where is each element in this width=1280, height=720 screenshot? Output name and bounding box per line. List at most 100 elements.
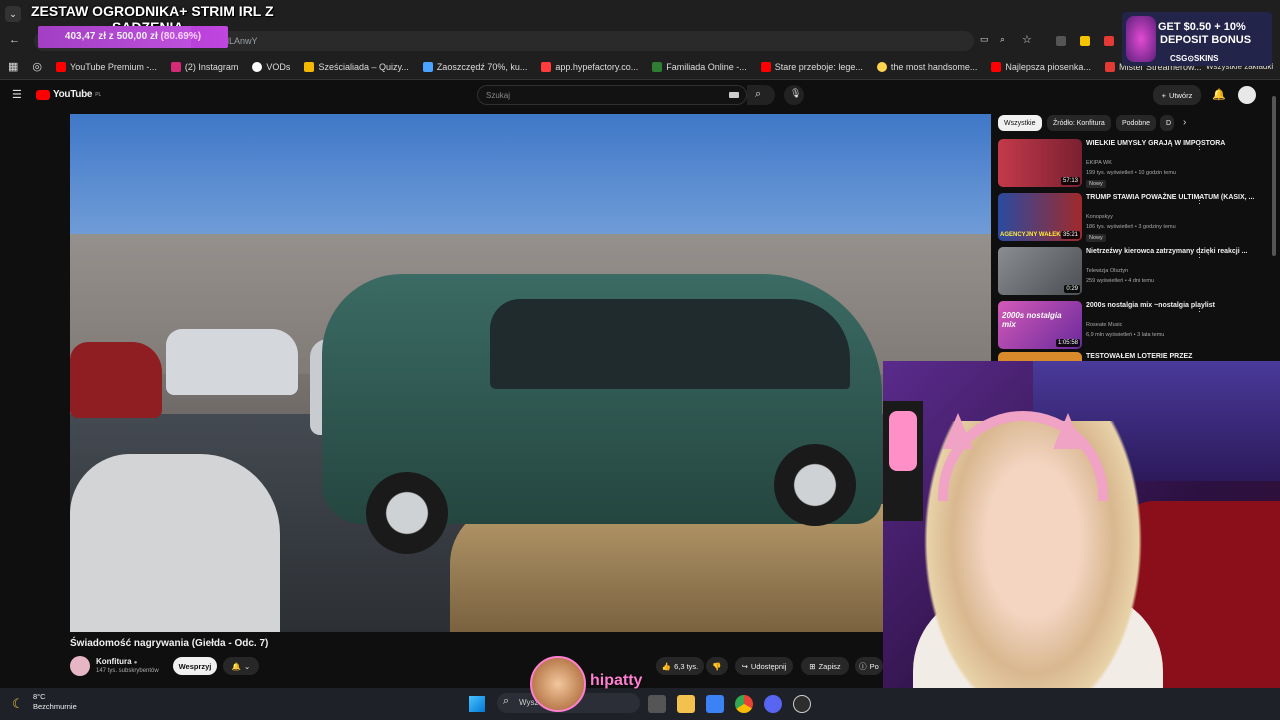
chevron-right-icon[interactable]: › <box>1183 117 1186 128</box>
bookmark-star-icon[interactable]: ☆ <box>1022 33 1032 46</box>
bookmark-zaoszczedz[interactable]: Zaoszczędź 70%, ku... <box>422 61 527 72</box>
chip-related[interactable]: Podobne <box>1116 115 1157 131</box>
bookmark-najlepsza-piosenka[interactable]: Najlepsza piosenka... <box>991 61 1091 72</box>
recommended-meta: 259 wyświetleń • 4 dni temu <box>1086 278 1154 284</box>
promo-banner[interactable]: GET $0.50 + 10% DEPOSIT BONUS CSG⊙SKINS <box>1122 12 1272 66</box>
support-button[interactable]: Wesprzyj <box>173 657 217 675</box>
promo-line1: GET $0.50 + 10% <box>1158 21 1246 33</box>
hamburger-menu-icon[interactable]: ☰ <box>12 88 22 101</box>
donation-goal-bar: 403,47 zł z 500,00 zł (80.69%) <box>38 26 228 48</box>
search-button[interactable]: ⌕ <box>747 85 775 105</box>
mic-icon: 🎙 <box>790 88 802 98</box>
chrome-taskbar-icon[interactable] <box>735 695 753 713</box>
cast-icon[interactable]: ▭ <box>980 34 989 45</box>
more-options-icon[interactable]: ⋮ <box>1195 141 1204 152</box>
obs-icon[interactable] <box>793 695 811 713</box>
sidebar-scrollbar[interactable] <box>1272 96 1276 256</box>
webcam-overlay <box>883 361 1280 720</box>
subscriber-count: 147 tys. subskrybentów <box>96 668 159 674</box>
weather-widget[interactable]: 8°C Bezchmurnie <box>33 692 77 712</box>
youtube-logo[interactable]: YouTube PL <box>36 89 101 100</box>
apps-grid-icon[interactable]: ▦ <box>8 60 18 73</box>
stream-title-line1: ZESTAW OGRODNIKA+ STRIM IRL Z <box>31 3 274 19</box>
chrome-icon[interactable]: ◎ <box>32 60 42 73</box>
stream-title-overlay: ZESTAW OGRODNIKA+ STRIM IRL Z <box>31 4 274 19</box>
keyboard-icon[interactable] <box>729 92 739 98</box>
microphone-icon <box>889 411 917 471</box>
video-car-windows <box>490 299 850 389</box>
search-input[interactable]: Szukaj <box>477 85 747 105</box>
video-foreground-car <box>70 454 280 632</box>
taskbar-search-icon: ⌕ <box>503 695 510 707</box>
video-duration: 35:21 <box>1060 231 1080 239</box>
zoom-icon[interactable]: ⌕ <box>1000 34 1005 45</box>
thumbnail-caption: 2000s nostalgia mix <box>1002 311 1062 329</box>
streamer-avatar <box>530 656 586 712</box>
recommended-video[interactable]: 57:13 WIELKIE UMYSŁY GRAJĄ W IMPOSTORA E… <box>998 139 1273 189</box>
extension-icon[interactable] <box>1056 36 1066 46</box>
recommended-video[interactable]: 0:29 Nietrzeźwy kierowca zatrzymany dzię… <box>998 247 1273 297</box>
create-button[interactable]: + Utwórz <box>1153 85 1201 105</box>
like-button[interactable]: 👍 6,3 tys. <box>656 657 704 675</box>
promo-brand: CSG⊙SKINS <box>1170 54 1219 63</box>
recommended-title: 2000s nostalgia mix ~nostalgia playlist <box>1086 302 1215 309</box>
chip-more[interactable]: D <box>1160 115 1174 131</box>
video-thumbnail: 2000s nostalgia mix 1:05:58 <box>998 301 1082 349</box>
voice-search-button[interactable]: 🎙 <box>784 85 804 105</box>
youtube-icon <box>760 61 771 72</box>
more-options-icon[interactable]: ⋮ <box>1195 195 1204 206</box>
file-explorer-icon[interactable] <box>677 695 695 713</box>
store-icon[interactable] <box>706 695 724 713</box>
bookmark-instagram[interactable]: (2) Instagram <box>170 61 238 72</box>
thumbnail-caption: AGENCYJNY WAŁEK? <box>1000 232 1065 238</box>
u-icon <box>1104 61 1115 72</box>
channel-name[interactable]: Konfitura ● <box>96 657 137 666</box>
more-actions-button[interactable]: ⓘ Po <box>855 657 883 675</box>
youtube-play-icon <box>36 89 50 100</box>
chip-source[interactable]: Źródło: Konfitura <box>1047 115 1111 131</box>
more-options-icon[interactable]: ⋮ <box>1195 303 1204 314</box>
tab-menu-button[interactable]: ⌄ <box>5 6 21 22</box>
hypefactory-icon <box>541 61 552 72</box>
save-button[interactable]: ⊞ Zapisz <box>801 657 849 675</box>
bookmarks-bar: ▦ ◎ YouTube Premium -... (2) Instagram V… <box>0 54 1280 80</box>
search-icon: ⌕ <box>755 88 762 100</box>
extension-icon-yellow[interactable] <box>1080 36 1090 46</box>
bookmark-handsome[interactable]: the most handsome... <box>876 61 977 72</box>
bookmark-familiada[interactable]: Familiada Online -... <box>652 61 747 72</box>
share-button[interactable]: ↪ Udostępnij <box>735 657 793 675</box>
video-player[interactable] <box>70 114 991 632</box>
bookmark-youtube-premium[interactable]: YouTube Premium -... <box>56 61 157 72</box>
dislike-button[interactable]: 👎 <box>706 657 728 675</box>
promo-line2: DEPOSIT BONUS <box>1160 34 1252 46</box>
recommended-channel: Roseate Music <box>1086 322 1123 328</box>
back-arrow-icon[interactable]: ← <box>9 34 20 46</box>
share-icon: ↪ <box>741 661 748 671</box>
notification-bell-button[interactable]: 🔔 ⌄ <box>223 657 259 675</box>
weather-moon-icon[interactable]: ☾ <box>12 696 24 712</box>
bookmark-hypefactory[interactable]: app.hypefactory.co... <box>541 61 638 72</box>
chevron-down-icon: ⌄ <box>244 661 251 671</box>
task-view-icon[interactable] <box>648 695 666 713</box>
discord-icon[interactable] <box>764 695 782 713</box>
recommended-title: TESTOWAŁEM LOTERIE PRZEZ <box>1086 353 1193 360</box>
plane-icon <box>422 61 433 72</box>
windows-start-icon[interactable] <box>469 696 485 712</box>
bookmark-stare-przeboje[interactable]: Stare przeboje: lege... <box>760 61 863 72</box>
channel-avatar[interactable] <box>70 656 90 676</box>
emoji-icon <box>876 61 887 72</box>
new-badge: Nowy <box>1086 180 1106 188</box>
extension-icon-red[interactable] <box>1104 36 1114 46</box>
recommended-title: Nietrzeźwy kierowca zatrzymany dzięki re… <box>1086 248 1248 255</box>
more-options-icon[interactable]: ⋮ <box>1195 249 1204 260</box>
bookmark-vods[interactable]: VODs <box>252 61 290 72</box>
recommended-video[interactable]: AGENCYJNY WAŁEK? 35:21 TRUMP STAWIA POWA… <box>998 193 1273 243</box>
chip-all[interactable]: Wszystkie <box>998 115 1042 131</box>
notifications-bell-icon[interactable]: 🔔 <box>1212 88 1226 101</box>
recommended-video[interactable]: 2000s nostalgia mix 1:05:58 2000s nostal… <box>998 301 1273 351</box>
recommended-title: WIELKIE UMYSŁY GRAJĄ W IMPOSTORA <box>1086 140 1226 147</box>
video-duration: 0:29 <box>1064 285 1080 293</box>
video-car-wheel-rear <box>774 444 856 526</box>
account-avatar[interactable] <box>1238 86 1256 104</box>
bookmark-szescialiada[interactable]: Sześcialiada – Quizy... <box>304 61 409 72</box>
